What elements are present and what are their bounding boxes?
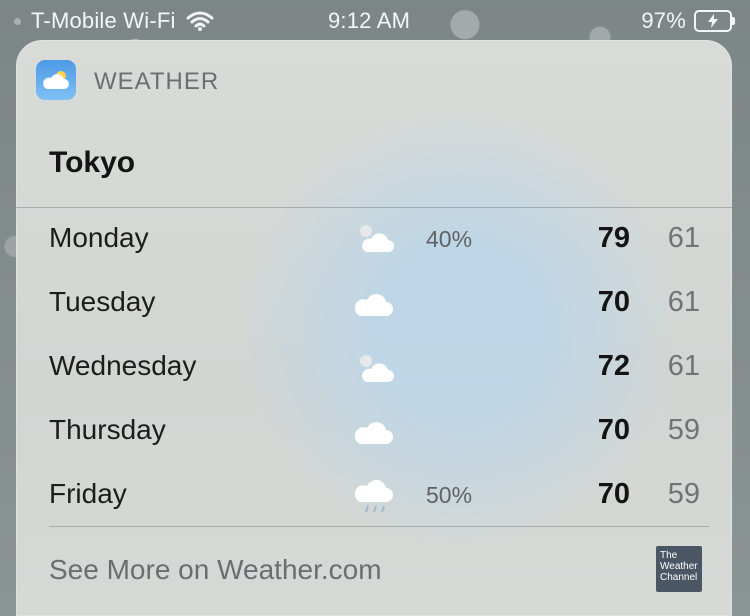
low-temp: 59 (667, 414, 700, 446)
logo-line: Channel (660, 572, 698, 583)
day-label: Tuesday (49, 286, 156, 317)
divider (49, 526, 709, 527)
partly-cloudy-icon (360, 355, 394, 382)
weather-channel-logo: The Weather Channel (656, 546, 702, 592)
wifi-icon (186, 11, 214, 31)
see-more-link[interactable]: See More on Weather.com (49, 554, 382, 586)
forecast-row-tuesday: Tuesday 70 61 (16, 272, 732, 336)
precip-chance: 40% (426, 226, 473, 252)
status-bar: T-Mobile Wi-Fi 9:12 AM 97% (0, 0, 750, 40)
forecast-row-wednesday: Wednesday 72 61 (16, 336, 732, 400)
low-temp: 59 (667, 478, 700, 510)
charging-bolt-icon (708, 14, 718, 28)
day-label: Friday (49, 478, 127, 509)
partly-cloudy-icon (360, 225, 394, 252)
carrier-label: T-Mobile Wi-Fi (31, 8, 176, 33)
battery-percent: 97% (641, 8, 686, 33)
low-temp: 61 (667, 222, 700, 254)
weather-app-icon (36, 60, 76, 100)
day-label: Monday (49, 222, 149, 253)
low-temp: 61 (667, 286, 700, 318)
day-label: Wednesday (49, 350, 197, 381)
weather-widget[interactable]: WEATHER Tokyo Monday 40% 79 61 Tuesday 7… (16, 40, 732, 616)
status-right: 97% (641, 8, 735, 34)
status-left: T-Mobile Wi-Fi (14, 8, 214, 34)
cloudy-icon (354, 293, 393, 316)
forecast-row-monday: Monday 40% 79 61 (16, 208, 732, 272)
high-temp: 70 (597, 286, 630, 318)
precip-chance: 50% (426, 482, 473, 508)
high-temp: 70 (597, 414, 630, 446)
high-temp: 79 (597, 222, 630, 254)
forecast-row-thursday: Thursday 70 59 (16, 400, 732, 464)
high-temp: 72 (597, 350, 630, 382)
day-label: Thursday (49, 414, 166, 445)
forecast-row-friday: Friday 50% 70 59 (16, 464, 732, 528)
signal-strength-icon (14, 17, 21, 25)
rain-cloud-icon (354, 479, 393, 513)
app-name: WEATHER (94, 68, 220, 95)
high-temp: 70 (597, 478, 630, 510)
city-name: Tokyo (49, 146, 136, 179)
widget-header: WEATHER (16, 40, 732, 124)
logo-line: Weather (660, 561, 698, 572)
cloudy-icon (354, 421, 393, 444)
status-time: 9:12 AM (328, 8, 411, 33)
low-temp: 61 (667, 350, 700, 382)
battery-icon (694, 10, 735, 32)
logo-line: The (660, 550, 678, 561)
